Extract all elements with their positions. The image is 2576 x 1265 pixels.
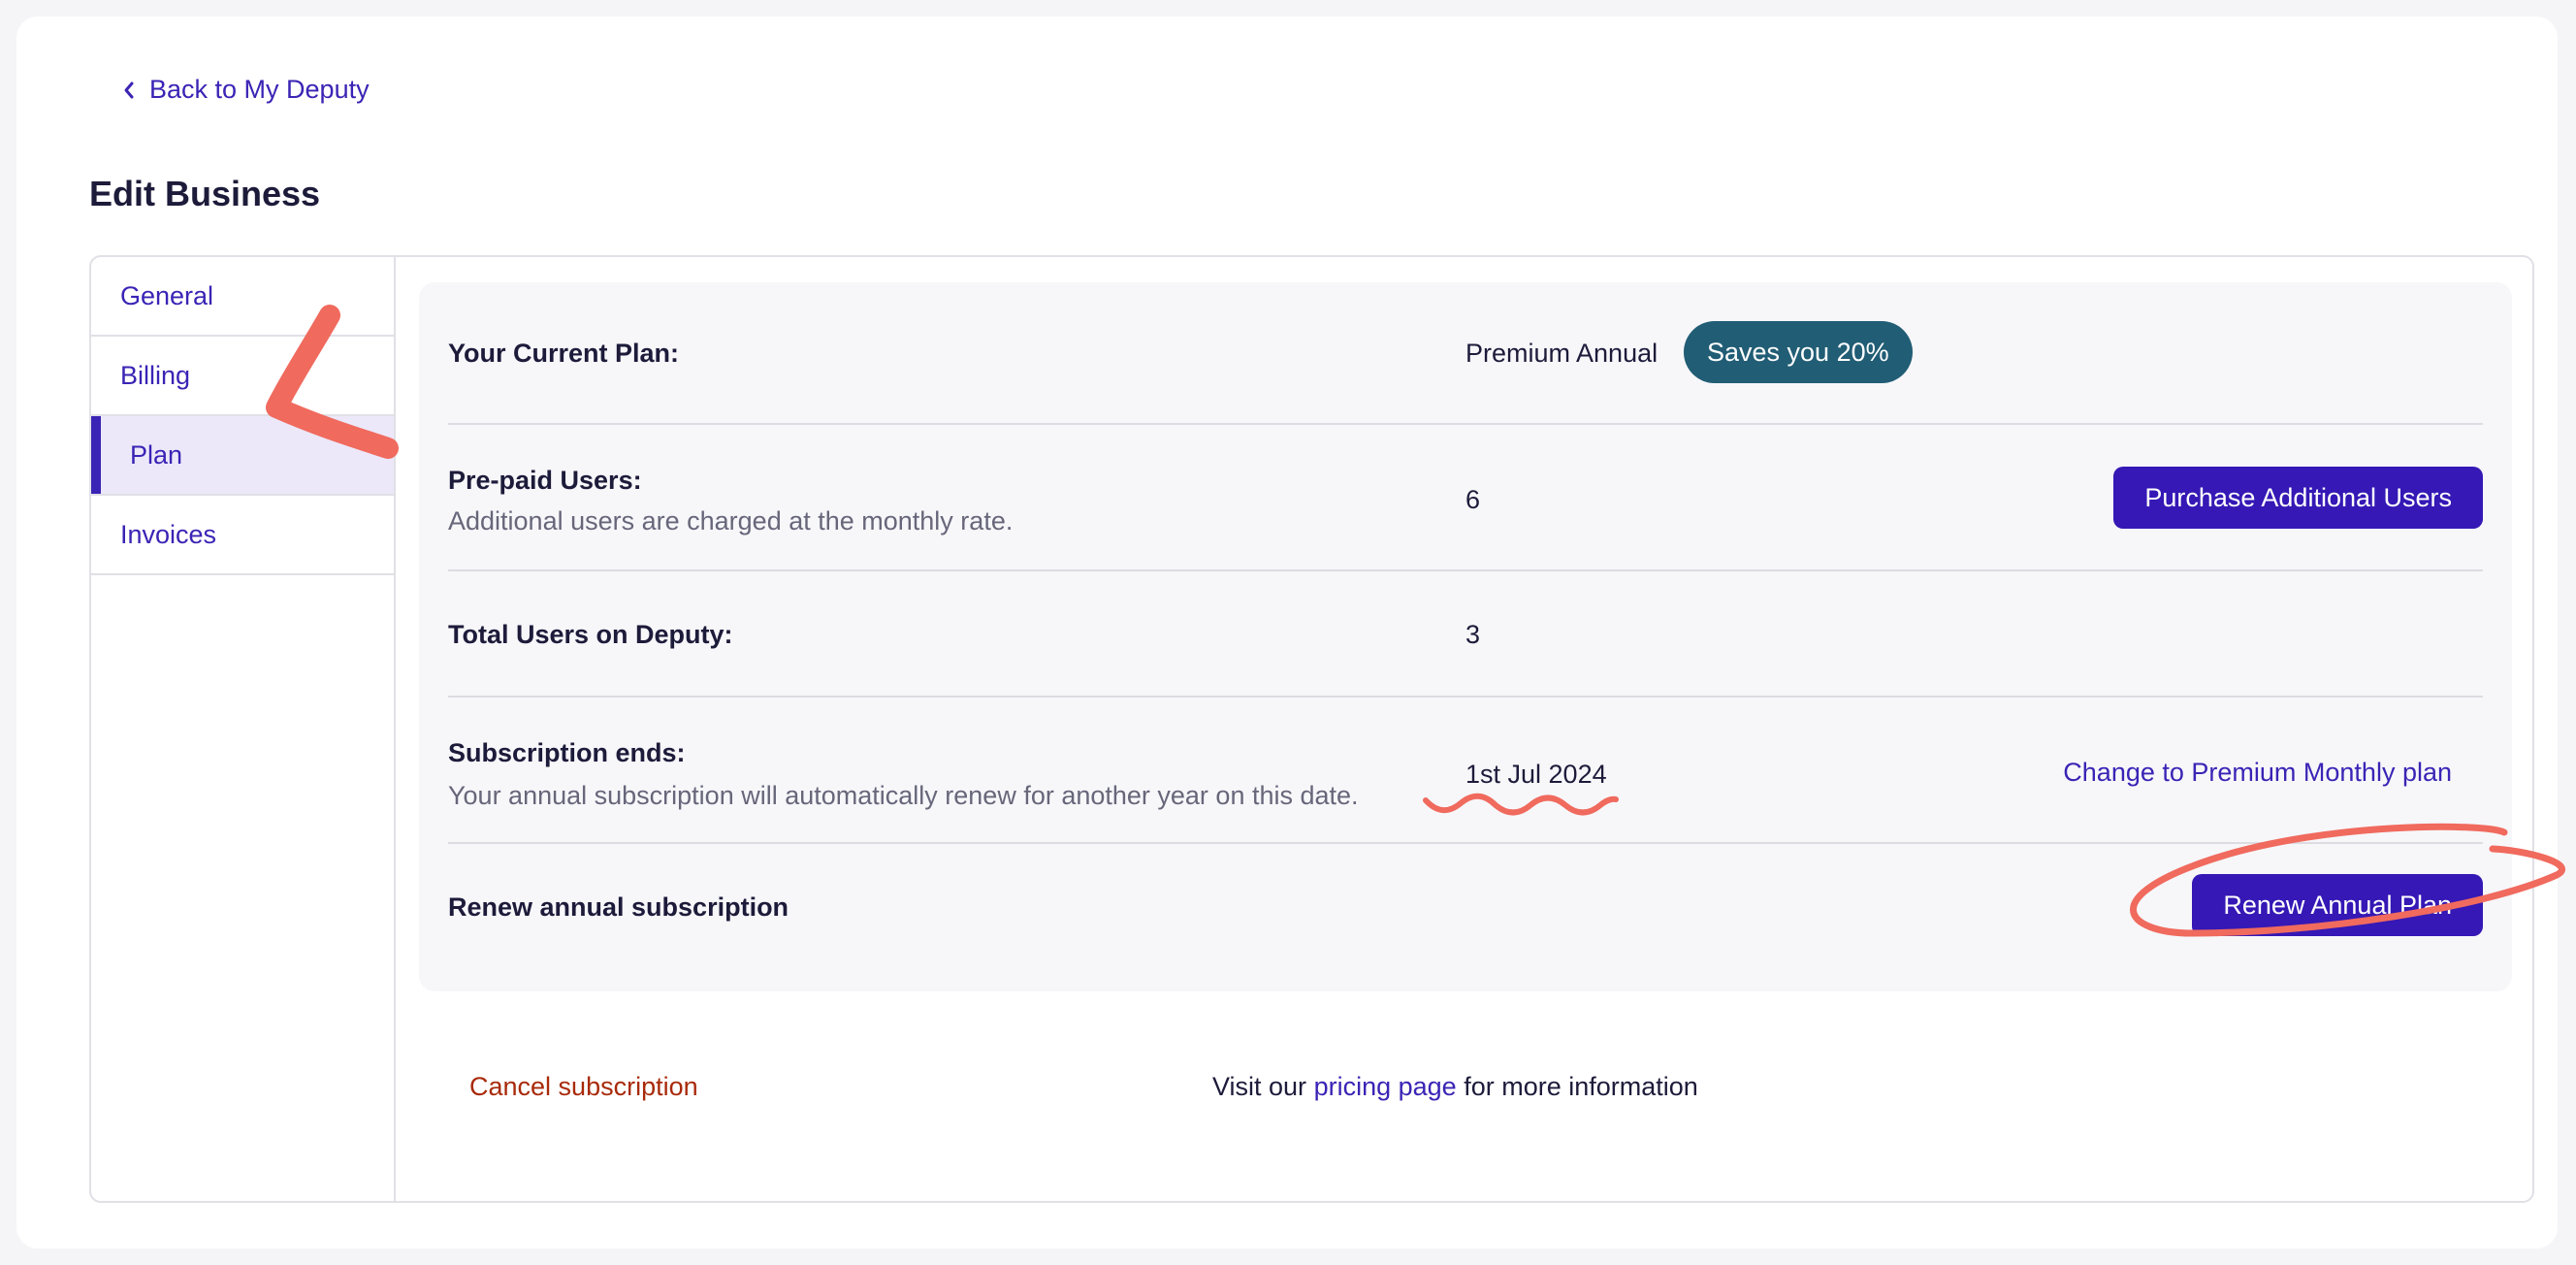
savings-badge: Saves you 20% bbox=[1684, 321, 1913, 383]
pricing-page-link[interactable]: pricing page bbox=[1314, 1072, 1457, 1101]
total-users-label: Total Users on Deputy: bbox=[448, 620, 733, 649]
pricing-info-text: Visit our pricing page for more informat… bbox=[1212, 1072, 1698, 1102]
current-plan-row: Your Current Plan: Premium Annual Saves … bbox=[448, 282, 2483, 425]
sidebar-item-billing[interactable]: Billing bbox=[91, 337, 394, 416]
subscription-end-date: 1st Jul 2024 bbox=[1465, 760, 1607, 789]
settings-sidebar: General Billing Plan Invoices bbox=[91, 257, 396, 1201]
chevron-left-icon bbox=[124, 81, 134, 98]
renew-subscription-label: Renew annual subscription bbox=[448, 892, 789, 922]
current-plan-label: Your Current Plan: bbox=[448, 339, 680, 368]
plan-details-panel: Your Current Plan: Premium Annual Saves … bbox=[419, 282, 2512, 991]
change-to-monthly-plan-link[interactable]: Change to Premium Monthly plan bbox=[2063, 758, 2452, 788]
purchase-additional-users-button[interactable]: Purchase Additional Users bbox=[2113, 467, 2483, 529]
total-users-row: Total Users on Deputy: 3 bbox=[448, 571, 2483, 697]
app-window: Back to My Deputy Edit Business General … bbox=[16, 16, 2558, 1249]
cancel-subscription-link[interactable]: Cancel subscription bbox=[469, 1072, 698, 1102]
current-plan-value: Premium Annual bbox=[1465, 339, 1658, 368]
renew-annual-plan-button[interactable]: Renew Annual Plan bbox=[2192, 874, 2483, 936]
back-to-my-deputy-link[interactable]: Back to My Deputy bbox=[122, 75, 370, 105]
prepaid-users-label: Pre-paid Users: bbox=[448, 466, 642, 495]
sidebar-item-label: Plan bbox=[130, 439, 183, 470]
prepaid-users-value: 6 bbox=[1465, 485, 1481, 514]
prepaid-users-row: Pre-paid Users: Additional users are cha… bbox=[448, 425, 2483, 571]
sidebar-item-invoices[interactable]: Invoices bbox=[91, 496, 394, 575]
back-link-label: Back to My Deputy bbox=[149, 75, 370, 104]
prepaid-users-note: Additional users are charged at the mont… bbox=[448, 506, 1014, 535]
sidebar-item-label: General bbox=[120, 280, 214, 310]
settings-card: General Billing Plan Invoices Your Curre… bbox=[89, 255, 2534, 1203]
subscription-ends-label: Subscription ends: bbox=[448, 738, 686, 767]
sidebar-item-general[interactable]: General bbox=[91, 257, 394, 337]
pricing-info-suffix: for more information bbox=[1464, 1072, 1698, 1101]
sidebar-item-plan[interactable]: Plan bbox=[91, 416, 394, 496]
sidebar-item-label: Invoices bbox=[120, 519, 217, 549]
sidebar-item-label: Billing bbox=[120, 360, 191, 390]
subscription-ends-row: Subscription ends: Your annual subscript… bbox=[448, 697, 2483, 844]
renew-subscription-row: Renew annual subscription Renew Annual P… bbox=[448, 844, 2483, 991]
total-users-value: 3 bbox=[1465, 620, 1481, 649]
subscription-ends-note: Your annual subscription will automatica… bbox=[448, 781, 1359, 810]
pricing-info-prefix: Visit our bbox=[1212, 1072, 1307, 1101]
page-title: Edit Business bbox=[89, 174, 321, 213]
